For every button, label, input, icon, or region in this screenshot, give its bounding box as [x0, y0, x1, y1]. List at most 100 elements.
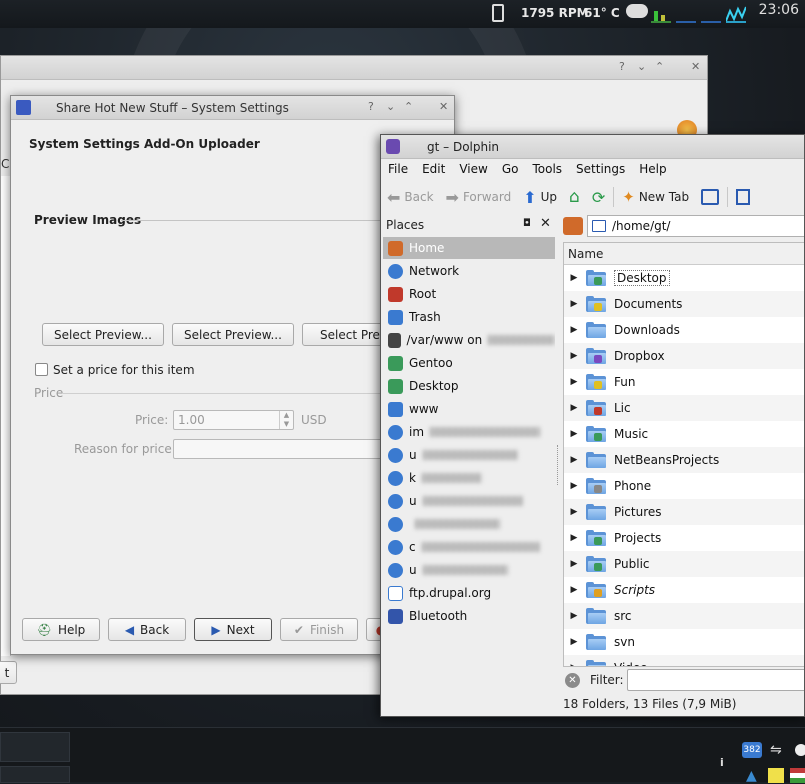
expand-arrow-icon[interactable]: ▶: [564, 611, 584, 621]
network-graph-icon[interactable]: [676, 5, 696, 23]
place-www[interactable]: www: [383, 398, 555, 420]
expand-arrow-icon[interactable]: ▶: [564, 559, 584, 569]
select-preview-2-button[interactable]: Select Preview...: [172, 323, 294, 346]
memory-graph-icon[interactable]: [701, 5, 721, 23]
place-remote-3[interactable]: k: [383, 467, 555, 489]
place-root[interactable]: Root: [383, 283, 555, 305]
expand-arrow-icon[interactable]: ▶: [564, 351, 584, 361]
menu-view[interactable]: View: [452, 159, 494, 181]
weather-icon[interactable]: [626, 4, 648, 18]
expand-arrow-icon[interactable]: ▶: [564, 325, 584, 335]
menu-go[interactable]: Go: [495, 159, 526, 181]
menu-file[interactable]: File: [381, 159, 415, 181]
place-ftp-drupal[interactable]: ftp.drupal.org: [383, 582, 555, 604]
place-bluetooth[interactable]: Bluetooth: [383, 605, 555, 627]
file-row[interactable]: ▶ Documents: [564, 291, 804, 317]
file-row[interactable]: ▶ Fun: [564, 369, 804, 395]
file-row[interactable]: ▶ Downloads: [564, 317, 804, 343]
bg-partial-button[interactable]: t: [0, 661, 17, 684]
expand-arrow-icon[interactable]: ▶: [564, 299, 584, 309]
place-remote-2[interactable]: u: [383, 444, 555, 466]
expand-arrow-icon[interactable]: ▶: [564, 403, 584, 413]
clear-filter-icon[interactable]: ✕: [565, 673, 580, 688]
column-header-name[interactable]: Name: [564, 243, 804, 265]
load-graph-icon[interactable]: [725, 5, 747, 23]
place-home[interactable]: Home: [383, 237, 555, 259]
filter-input[interactable]: [627, 669, 804, 691]
menu-tools[interactable]: Tools: [525, 159, 569, 181]
finish-button[interactable]: ✔ Finish: [280, 618, 358, 641]
panel-splitter[interactable]: [557, 445, 559, 485]
reload-toolbar-button[interactable]: ⟳: [586, 188, 611, 207]
place-remote-5[interactable]: [383, 513, 555, 535]
place-remote-1[interactable]: im: [383, 421, 555, 443]
select-preview-3-button[interactable]: Select Prev: [302, 323, 392, 346]
minimize-icon[interactable]: ⌄: [637, 60, 646, 73]
file-row[interactable]: ▶ Public: [564, 551, 804, 577]
file-row[interactable]: ▶ svn: [564, 629, 804, 655]
spin-arrows-icon[interactable]: ▲ ▼: [279, 411, 293, 429]
expand-arrow-icon[interactable]: ▶: [564, 637, 584, 647]
file-row[interactable]: ▶ Desktop: [564, 265, 804, 291]
expand-arrow-icon[interactable]: ▶: [564, 663, 584, 666]
place-network[interactable]: Network: [383, 260, 555, 282]
view-mode-button[interactable]: [730, 189, 756, 205]
home-toolbar-button[interactable]: ⌂: [563, 187, 586, 207]
close-icon[interactable]: ✕: [691, 60, 700, 73]
place-remote-4[interactable]: u: [383, 490, 555, 512]
help-button[interactable]: ⛑ Help: [22, 618, 100, 641]
file-row[interactable]: ▶ Lic: [564, 395, 804, 421]
expand-arrow-icon[interactable]: ▶: [564, 533, 584, 543]
place-trash[interactable]: Trash: [383, 306, 555, 328]
expand-arrow-icon[interactable]: ▶: [564, 429, 584, 439]
file-row[interactable]: ▶ Scripts: [564, 577, 804, 603]
expand-arrow-icon[interactable]: ▶: [564, 377, 584, 387]
place-gentoo[interactable]: Gentoo: [383, 352, 555, 374]
help-icon[interactable]: ?: [619, 60, 625, 73]
file-row[interactable]: ▶ Video: [564, 655, 804, 666]
menu-help[interactable]: Help: [632, 159, 673, 181]
close-panel-icon[interactable]: ✕: [540, 216, 551, 231]
maximize-icon[interactable]: ⌃: [655, 60, 664, 73]
split-view-button[interactable]: [695, 189, 725, 205]
network-tray-icon[interactable]: ⇋: [770, 742, 782, 758]
settings-titlebar[interactable]: Share Hot New Stuff – System Settings ? …: [11, 96, 454, 120]
place-remote-7[interactable]: u: [383, 559, 555, 581]
location-bar[interactable]: /home/gt/: [587, 215, 804, 237]
home-icon[interactable]: [563, 217, 583, 235]
file-row[interactable]: ▶ Projects: [564, 525, 804, 551]
menu-settings[interactable]: Settings: [569, 159, 632, 181]
file-row[interactable]: ▶ Pictures: [564, 499, 804, 525]
select-preview-1-button[interactable]: Select Preview...: [42, 323, 164, 346]
expand-arrow-icon[interactable]: ▶: [564, 273, 584, 283]
maximize-icon[interactable]: ⌃: [404, 100, 413, 113]
expand-arrow-icon[interactable]: ▶: [564, 585, 584, 595]
taskbar-entry[interactable]: [0, 766, 70, 783]
up-toolbar-button[interactable]: ⬆ Up: [517, 188, 563, 207]
info-icon[interactable]: i: [720, 756, 724, 769]
file-row[interactable]: ▶ src: [564, 603, 804, 629]
new-tab-toolbar-button[interactable]: ✦ New Tab: [616, 188, 695, 206]
help-icon[interactable]: ?: [368, 100, 374, 113]
back-toolbar-button[interactable]: ⬅ Back: [381, 188, 440, 207]
place-remote-6[interactable]: c: [383, 536, 555, 558]
menu-edit[interactable]: Edit: [415, 159, 452, 181]
battery-icon[interactable]: [492, 4, 504, 22]
updates-badge-icon[interactable]: 382: [742, 742, 762, 758]
close-icon[interactable]: ✕: [439, 100, 448, 113]
tray-circle-icon[interactable]: [795, 744, 805, 756]
float-panel-icon[interactable]: ◘: [523, 218, 531, 229]
file-row[interactable]: ▶ Dropbox: [564, 343, 804, 369]
cpu-graph-icon[interactable]: [651, 5, 671, 23]
file-row[interactable]: ▶ Phone: [564, 473, 804, 499]
dolphin-titlebar[interactable]: gt – Dolphin: [381, 135, 804, 159]
tray-flag-icon[interactable]: [768, 768, 784, 783]
next-button[interactable]: ▶ Next: [194, 618, 272, 641]
clock[interactable]: 23:06: [759, 2, 799, 18]
set-price-checkbox[interactable]: [35, 363, 48, 376]
expand-arrow-icon[interactable]: ▶: [564, 481, 584, 491]
tray-flag-icon-2[interactable]: [790, 768, 805, 783]
expand-arrow-icon[interactable]: ▶: [564, 455, 584, 465]
reason-field[interactable]: [173, 439, 393, 459]
set-price-label[interactable]: Set a price for this item: [53, 363, 195, 377]
